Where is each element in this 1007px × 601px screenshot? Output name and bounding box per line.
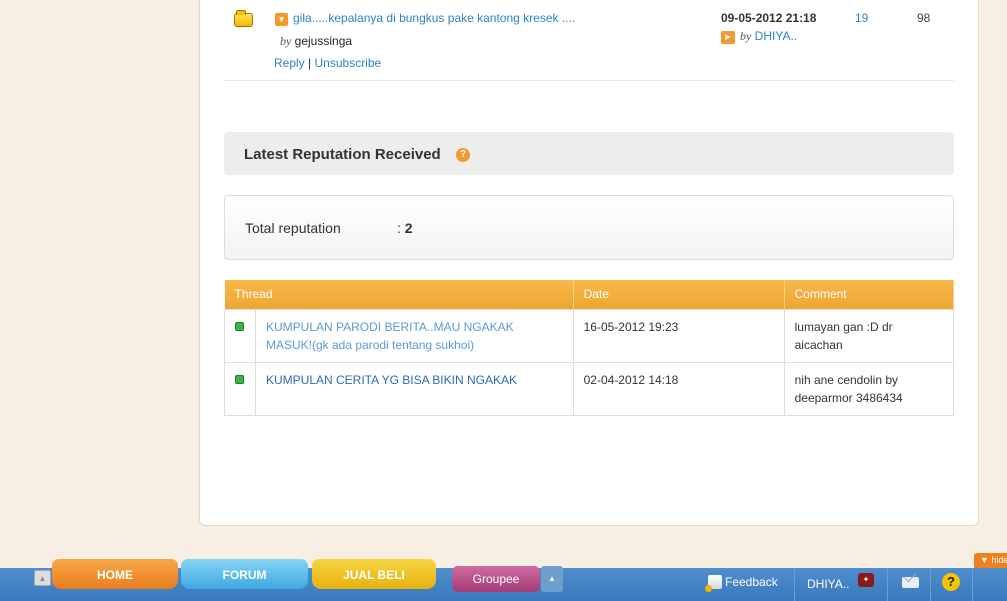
column-comment: Comment [784,280,955,309]
reputation-title: Latest Reputation Received [244,146,441,163]
user-menu[interactable]: DHIYA.. [807,577,849,591]
tab-groupee[interactable]: Groupee [452,566,540,592]
scroll-top-icon[interactable]: ▲ [34,570,51,586]
total-reputation-number: 2 [404,220,413,236]
subscribed-thread-row: ▼ gila.....kepalanya di bungkus pake kan… [224,1,954,81]
positive-reputation-icon [235,374,244,384]
reputation-thread-link[interactable]: KUMPULAN PARODI BERITA..MAU NGAKAK MASUK… [266,320,514,352]
total-reputation-label: Total reputation [245,220,341,236]
positive-reputation-icon [235,321,244,331]
feedback-icon [705,575,722,592]
reputation-table: Thread Date Comment KUMPULAN PARODI BERI… [224,280,955,416]
first-unread-arrow-icon[interactable]: ▼ [275,13,288,26]
last-post-arrow-icon[interactable]: ▶ [721,31,735,44]
help-icon[interactable]: ? [942,573,960,591]
feedback-button[interactable]: Feedback [705,575,778,592]
thread-actions: Reply | Unsubscribe [274,56,381,70]
thread-title-link[interactable]: gila.....kepalanya di bungkus pake kanto… [293,11,575,25]
reputation-table-header: Thread Date Comment [224,280,955,309]
author-name[interactable]: gejussinga [295,34,352,48]
tab-home[interactable]: HOME [52,559,178,589]
groupee-expand-icon[interactable]: ▲ [541,566,563,592]
row-comment-cell: nih ane cendolin by deeparmor 3486434 [783,361,955,416]
footer-divider [887,568,888,601]
reputation-section-header: Latest Reputation Received ? [224,132,954,175]
by-label: by [280,34,292,48]
actions-separator: | [308,56,312,70]
views-count: 98 [917,11,931,25]
replies-count[interactable]: 19 [855,11,868,25]
content-panel: ▼ gila.....kepalanya di bungkus pake kan… [199,0,979,526]
tab-forum[interactable]: FORUM [181,559,308,589]
last-by-label: by [740,29,752,43]
row-date-cell: 02-04-2012 14:18 [572,361,785,416]
reply-link[interactable]: Reply [274,56,305,70]
row-status-cell [224,361,256,416]
footer-divider [794,568,795,601]
reputation-help-icon[interactable]: ? [456,148,470,162]
unsubscribe-link[interactable]: Unsubscribe [315,56,382,70]
column-thread: Thread [224,280,574,309]
row-thread-cell: KUMPULAN PARODI BERITA..MAU NGAKAK MASUK… [255,308,574,363]
thread-author: by gejussinga [280,34,352,49]
hide-footer-label: hide [991,555,1007,565]
row-comment-cell: lumayan gan :D dr aicachan [783,308,955,363]
feedback-label: Feedback [725,575,778,589]
footer-divider [930,568,931,601]
table-row: KUMPULAN PARODI BERITA..MAU NGAKAK MASUK… [224,308,955,363]
column-date: Date [573,280,785,309]
row-status-cell [224,308,256,363]
tab-jual-beli[interactable]: JUAL BELI [312,559,436,589]
row-thread-cell: KUMPULAN CERITA YG BISA BIKIN NGAKAK [255,361,574,416]
last-post-by: by DHIYA.. [740,29,797,44]
total-reputation-colon: : [397,220,401,236]
footer-divider [972,568,973,601]
last-post-date: 09-05-2012 21:18 [721,11,817,25]
user-badge-icon: ✦ [858,573,874,587]
mail-icon[interactable] [902,577,919,588]
thread-folder-icon [234,10,253,27]
total-reputation-box: Total reputation : 2 [224,195,954,260]
last-post-author-link[interactable]: DHIYA.. [755,29,797,43]
row-date-cell: 16-05-2012 19:23 [572,308,785,363]
reputation-thread-link[interactable]: KUMPULAN CERITA YG BISA BIKIN NGAKAK [266,373,517,387]
table-row: KUMPULAN CERITA YG BISA BIKIN NGAKAK 02-… [224,361,955,416]
total-reputation-value: : 2 [397,220,413,236]
hide-footer-tab[interactable]: ▼ hide [974,553,1007,568]
